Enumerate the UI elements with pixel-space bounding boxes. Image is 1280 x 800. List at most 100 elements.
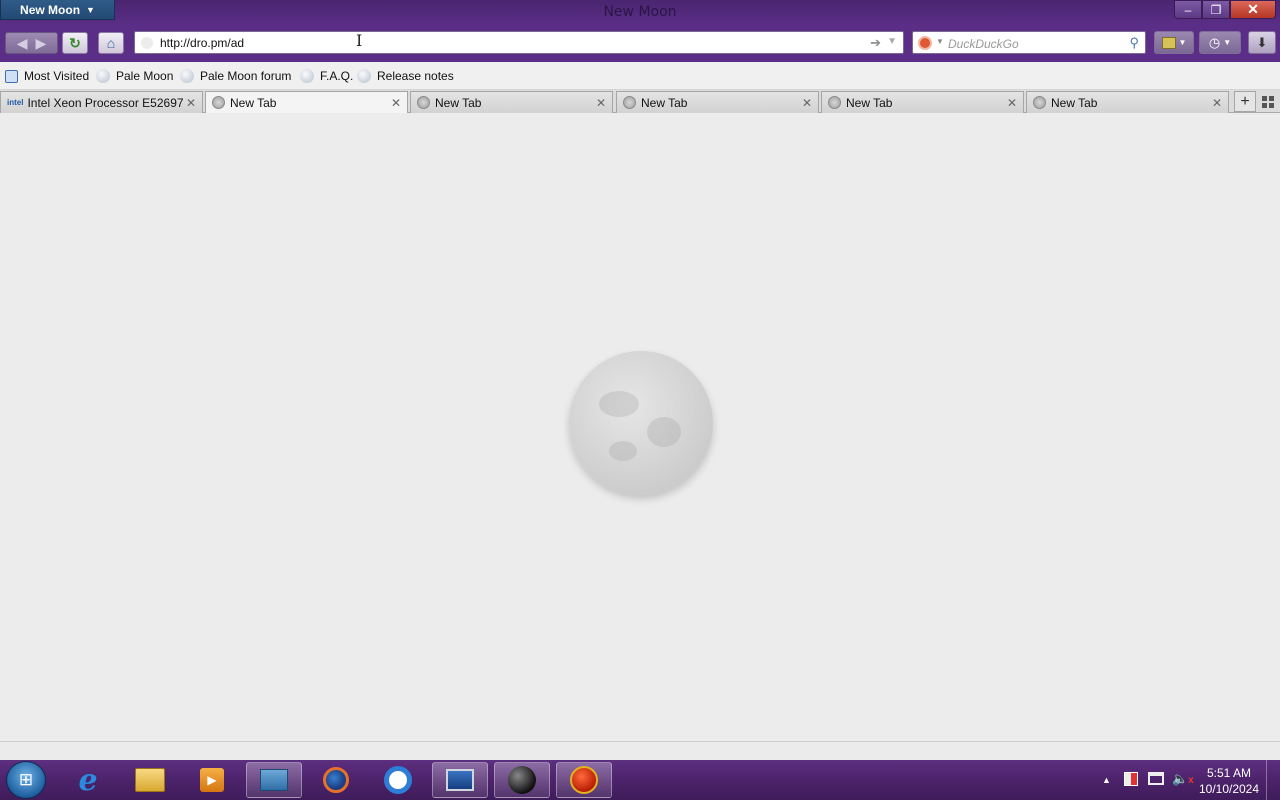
tab-label: New Tab bbox=[641, 95, 688, 110]
clock-icon: ◷ bbox=[1208, 34, 1221, 50]
taskbar-firefox[interactable] bbox=[308, 762, 364, 798]
tab-strip: intel Intel Xeon Processor E52697 ✕ New … bbox=[0, 90, 1280, 113]
moon-icon bbox=[357, 69, 371, 83]
bookmark-label: Release notes bbox=[377, 69, 454, 83]
bookmark-label: Most Visited bbox=[24, 69, 90, 83]
globe-icon bbox=[1033, 96, 1046, 109]
search-icon[interactable]: ⚲ bbox=[1129, 35, 1139, 51]
internet-explorer-icon: e bbox=[78, 762, 98, 798]
tab-close-icon[interactable]: ✕ bbox=[184, 96, 198, 110]
clock-date: 10/10/2024 bbox=[1198, 782, 1260, 796]
tab-label: New Tab bbox=[1051, 95, 1098, 110]
taskbar-media-player[interactable]: ▶ bbox=[184, 762, 240, 798]
moon-icon bbox=[180, 69, 194, 83]
history-button[interactable]: ◷ ▼ bbox=[1199, 31, 1241, 54]
system-clock[interactable]: 5:51 AM 10/10/2024 bbox=[1196, 765, 1262, 797]
monitor-app-icon bbox=[446, 769, 474, 791]
title-bar: New Moon ▼ New Moon – ❐ ✕ ◀ ▶ ↻ ⌂ http:/… bbox=[0, 0, 1280, 62]
bookmark-pale-moon[interactable]: Pale Moon bbox=[96, 69, 173, 83]
duckduckgo-icon[interactable] bbox=[918, 36, 932, 50]
dark-sphere-icon bbox=[508, 766, 536, 794]
search-input[interactable]: DuckDuckGo bbox=[948, 37, 1019, 51]
bookmarks-bar: Most Visited Pale Moon Pale Moon forum F… bbox=[0, 62, 1280, 90]
show-desktop-button[interactable] bbox=[1266, 760, 1280, 800]
tab-close-icon[interactable]: ✕ bbox=[800, 96, 814, 110]
tab-new-tab-active[interactable]: New Tab ✕ bbox=[205, 91, 408, 113]
globe-icon bbox=[212, 96, 225, 109]
back-forward-buttons[interactable]: ◀ ▶ bbox=[5, 32, 58, 54]
tab-new-tab[interactable]: New Tab ✕ bbox=[1026, 91, 1229, 113]
bookmark-faq[interactable]: F.A.Q. bbox=[300, 69, 353, 83]
url-bar[interactable]: http://dro.pm/ad ➔ ▼ bbox=[134, 31, 904, 54]
url-input[interactable]: http://dro.pm/ad bbox=[160, 36, 244, 50]
start-button[interactable]: ⊞ bbox=[6, 761, 46, 799]
action-center-flag-icon[interactable] bbox=[1124, 772, 1138, 786]
download-arrow-icon: ⬇ bbox=[1256, 34, 1268, 50]
globe-icon bbox=[417, 96, 430, 109]
crater bbox=[647, 417, 681, 447]
new-tab-button[interactable]: + bbox=[1234, 91, 1256, 112]
moon-icon bbox=[96, 69, 110, 83]
tab-label: New Tab bbox=[846, 95, 893, 110]
globe-icon bbox=[828, 96, 841, 109]
puzzle-icon bbox=[1161, 36, 1176, 49]
bookmark-release-notes[interactable]: Release notes bbox=[357, 69, 454, 83]
most-visited-icon bbox=[5, 69, 18, 83]
minimize-button[interactable]: – bbox=[1174, 0, 1202, 19]
back-arrow-icon[interactable]: ◀ bbox=[17, 35, 28, 52]
site-identity-icon[interactable] bbox=[141, 37, 153, 49]
text-cursor-icon: I bbox=[356, 31, 363, 50]
taskbar-file-explorer[interactable] bbox=[122, 762, 178, 798]
file-explorer-icon bbox=[135, 768, 165, 792]
url-dropdown-icon[interactable]: ▼ bbox=[887, 36, 897, 47]
crater bbox=[599, 391, 639, 417]
window-title: New Moon bbox=[603, 4, 677, 20]
tab-label: Intel Xeon Processor E52697 bbox=[27, 95, 184, 110]
tab-new-tab[interactable]: New Tab ✕ bbox=[616, 91, 819, 113]
chrome-icon bbox=[384, 766, 412, 794]
status-bar bbox=[0, 741, 1280, 760]
show-hidden-icons-icon[interactable]: ▲ bbox=[1102, 775, 1111, 785]
red-sphere-icon bbox=[570, 766, 598, 794]
tab-label: New Tab bbox=[230, 95, 277, 110]
bookmark-most-visited[interactable]: Most Visited bbox=[5, 69, 89, 83]
taskbar-new-moon[interactable] bbox=[556, 762, 612, 798]
intel-favicon-icon: intel bbox=[7, 98, 24, 107]
tab-new-tab[interactable]: New Tab ✕ bbox=[821, 91, 1024, 113]
tab-close-icon[interactable]: ✕ bbox=[594, 96, 608, 110]
taskbar-internet-explorer[interactable]: e bbox=[60, 762, 116, 798]
reload-button[interactable]: ↻ bbox=[62, 32, 88, 54]
volume-muted-icon[interactable]: 🔈x bbox=[1172, 771, 1194, 787]
tab-new-tab[interactable]: New Tab ✕ bbox=[410, 91, 613, 113]
globe-icon bbox=[623, 96, 636, 109]
chevron-down-icon: ▼ bbox=[1223, 38, 1232, 47]
close-button[interactable]: ✕ bbox=[1230, 0, 1276, 19]
tab-close-icon[interactable]: ✕ bbox=[389, 96, 403, 110]
tab-close-icon[interactable]: ✕ bbox=[1005, 96, 1019, 110]
media-player-icon: ▶ bbox=[200, 768, 224, 792]
downloads-button[interactable]: ⬇ bbox=[1248, 31, 1276, 54]
windows-logo-icon: ⊞ bbox=[18, 770, 34, 789]
search-bar[interactable]: ▼ DuckDuckGo ⚲ bbox=[912, 31, 1146, 54]
tab-intel-xeon[interactable]: intel Intel Xeon Processor E52697 ✕ bbox=[0, 91, 203, 113]
go-arrow-icon[interactable]: ➔ bbox=[870, 35, 881, 51]
tab-close-icon[interactable]: ✕ bbox=[1210, 96, 1224, 110]
taskbar-control-panel[interactable] bbox=[246, 762, 302, 798]
bookmark-pale-moon-forum[interactable]: Pale Moon forum bbox=[180, 69, 291, 83]
tab-label: New Tab bbox=[435, 95, 482, 110]
moon-icon bbox=[300, 69, 314, 83]
home-icon: ⌂ bbox=[106, 35, 116, 51]
forward-arrow-icon[interactable]: ▶ bbox=[36, 35, 47, 52]
list-all-tabs-icon[interactable] bbox=[1262, 96, 1274, 108]
addons-button[interactable]: ▼ bbox=[1154, 31, 1194, 54]
maximize-button[interactable]: ❐ bbox=[1202, 0, 1230, 19]
reload-icon: ↻ bbox=[69, 34, 81, 51]
home-button[interactable]: ⌂ bbox=[98, 32, 124, 54]
pale-moon-logo bbox=[569, 351, 713, 495]
chevron-down-icon: ▼ bbox=[1178, 38, 1187, 47]
taskbar-chrome[interactable] bbox=[370, 762, 426, 798]
search-engine-dropdown-icon[interactable]: ▼ bbox=[936, 37, 944, 46]
taskbar-monitor-app[interactable] bbox=[432, 762, 488, 798]
network-icon[interactable] bbox=[1148, 772, 1164, 785]
taskbar-dark-sphere-app[interactable] bbox=[494, 762, 550, 798]
